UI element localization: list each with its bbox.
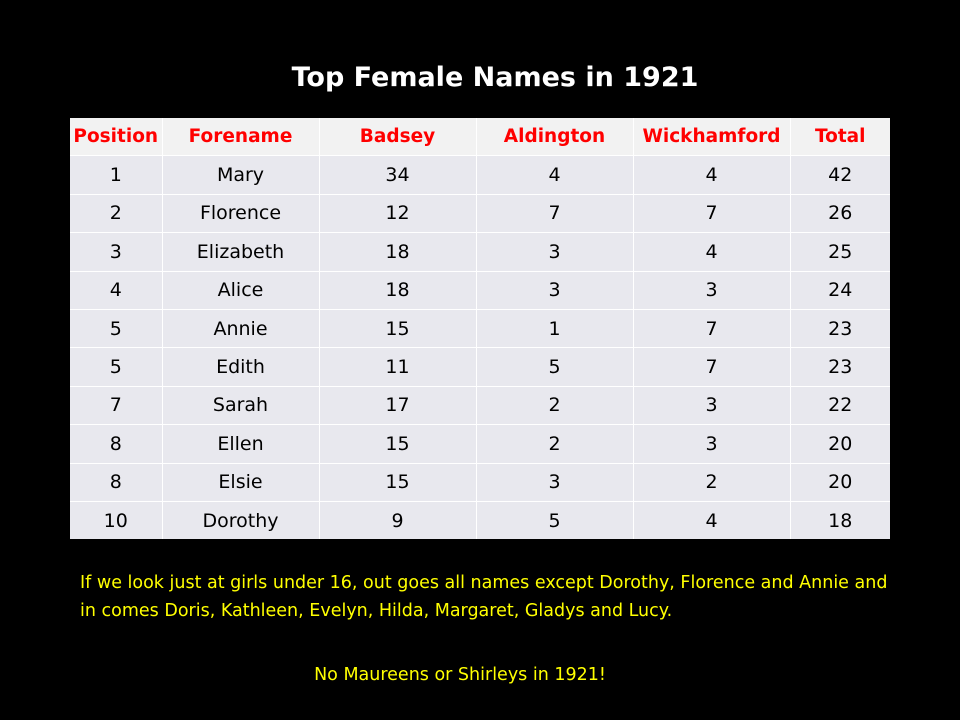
- cell-position: 4: [70, 271, 163, 310]
- column-header-position: Position: [70, 118, 163, 157]
- cell-forename: Ellen: [162, 424, 320, 464]
- cell-badsey: 15: [319, 424, 477, 464]
- cell-badsey: 18: [319, 232, 477, 272]
- table-row: 5 Edith 11 5 7 23: [70, 347, 890, 387]
- cell-badsey: 11: [319, 347, 477, 387]
- cell-aldington: 2: [476, 424, 634, 464]
- closing-note: No Maureens or Shirleys in 1921!: [314, 665, 606, 685]
- cell-badsey: 15: [319, 463, 477, 502]
- cell-forename: Florence: [162, 194, 320, 234]
- cell-aldington: 3: [476, 232, 634, 272]
- cell-forename: Dorothy: [162, 501, 320, 540]
- cell-total: 20: [790, 424, 890, 464]
- cell-badsey: 34: [319, 155, 477, 195]
- cell-position: 10: [70, 501, 163, 540]
- column-header-badsey: Badsey: [319, 118, 477, 157]
- cell-position: 5: [70, 347, 163, 387]
- cell-badsey: 12: [319, 194, 477, 234]
- table-row: 5 Annie 15 1 7 23: [70, 309, 890, 349]
- cell-aldington: 1: [476, 309, 634, 349]
- cell-wickhamford: 3: [633, 271, 791, 310]
- cell-position: 3: [70, 232, 163, 272]
- cell-total: 24: [790, 271, 890, 310]
- note-paragraph: If we look just at girls under 16, out g…: [80, 573, 888, 621]
- cell-position: 7: [70, 386, 163, 426]
- table-header-row: Position Forename Badsey Aldington Wickh…: [70, 118, 890, 157]
- cell-forename: Sarah: [162, 386, 320, 426]
- table-row: 4 Alice 18 3 3 24: [70, 271, 890, 310]
- slide-title: Top Female Names in 1921: [291, 62, 699, 93]
- cell-total: 23: [790, 309, 890, 349]
- cell-badsey: 9: [319, 501, 477, 540]
- cell-aldington: 3: [476, 463, 634, 502]
- names-table: Position Forename Badsey Aldington Wickh…: [70, 118, 890, 540]
- cell-wickhamford: 4: [633, 501, 791, 540]
- cell-position: 1: [70, 155, 163, 195]
- column-header-forename: Forename: [162, 118, 320, 157]
- cell-forename: Alice: [162, 271, 320, 310]
- cell-wickhamford: 7: [633, 194, 791, 234]
- column-header-aldington: Aldington: [476, 118, 634, 157]
- table-row: 2 Florence 12 7 7 26: [70, 194, 890, 234]
- column-header-wickhamford: Wickhamford: [633, 118, 791, 157]
- cell-aldington: 7: [476, 194, 634, 234]
- cell-wickhamford: 3: [633, 386, 791, 426]
- cell-badsey: 15: [319, 309, 477, 349]
- cell-badsey: 17: [319, 386, 477, 426]
- table-body: 1 Mary 34 4 4 42 2 Florence 12 7 7 26 3 Elizabeth 18 3 4…: [70, 155, 890, 540]
- cell-aldington: 5: [476, 501, 634, 540]
- cell-forename: Edith: [162, 347, 320, 387]
- cell-wickhamford: 4: [633, 155, 791, 195]
- cell-total: 23: [790, 347, 890, 387]
- cell-position: 8: [70, 424, 163, 464]
- table-row: 10 Dorothy 9 5 4 18: [70, 501, 890, 540]
- cell-wickhamford: 2: [633, 463, 791, 502]
- cell-position: 8: [70, 463, 163, 502]
- cell-position: 5: [70, 309, 163, 349]
- table-row: 8 Elsie 15 3 2 20: [70, 463, 890, 502]
- cell-aldington: 2: [476, 386, 634, 426]
- cell-wickhamford: 7: [633, 309, 791, 349]
- column-header-total: Total: [790, 118, 890, 157]
- table-row: 7 Sarah 17 2 3 22: [70, 386, 890, 426]
- cell-total: 26: [790, 194, 890, 234]
- table-row: 3 Elizabeth 18 3 4 25: [70, 232, 890, 272]
- table-row: 8 Ellen 15 2 3 20: [70, 424, 890, 464]
- cell-total: 42: [790, 155, 890, 195]
- cell-aldington: 5: [476, 347, 634, 387]
- cell-total: 25: [790, 232, 890, 272]
- cell-forename: Elizabeth: [162, 232, 320, 272]
- cell-badsey: 18: [319, 271, 477, 310]
- cell-forename: Elsie: [162, 463, 320, 502]
- cell-wickhamford: 4: [633, 232, 791, 272]
- table-row: 1 Mary 34 4 4 42: [70, 155, 890, 195]
- cell-aldington: 4: [476, 155, 634, 195]
- cell-aldington: 3: [476, 271, 634, 310]
- cell-position: 2: [70, 194, 163, 234]
- cell-total: 22: [790, 386, 890, 426]
- cell-wickhamford: 7: [633, 347, 791, 387]
- cell-forename: Mary: [162, 155, 320, 195]
- cell-wickhamford: 3: [633, 424, 791, 464]
- cell-forename: Annie: [162, 309, 320, 349]
- cell-total: 18: [790, 501, 890, 540]
- cell-total: 20: [790, 463, 890, 502]
